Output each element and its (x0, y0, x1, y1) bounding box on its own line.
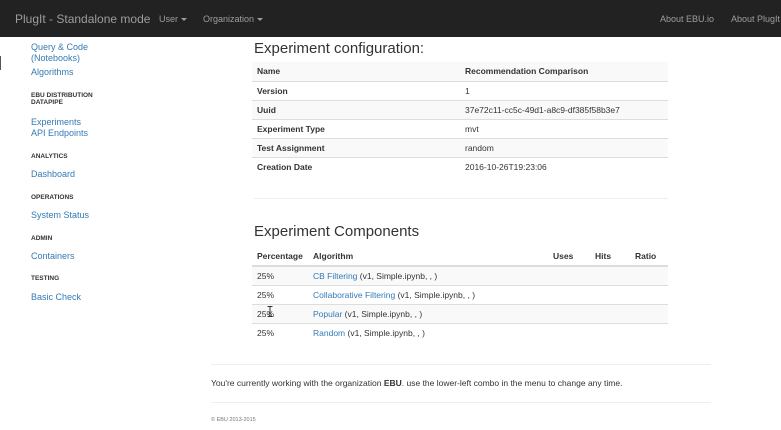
config-title: Experiment configuration: (254, 40, 425, 57)
table-row: Creation Date 2016-10-26T19:23:06 (252, 156, 668, 176)
component-hits (590, 322, 630, 342)
header-algorithm: Algorithm (308, 246, 548, 267)
sidebar-item-experiments[interactable]: Experiments (31, 117, 81, 128)
algorithm-details: (v1, Simple.ipynb, , ) (342, 308, 423, 319)
sidebar-item-system-status[interactable]: System Status (31, 210, 89, 221)
sidebar-heading-admin: ADMIN (31, 235, 53, 242)
table-row: Experiment Type mvt (252, 118, 668, 138)
component-algorithm-cell: Collaborative Filtering (v1, Simple.ipyn… (308, 284, 548, 304)
table-row: 25% Collaborative Filtering (v1, Simple.… (252, 284, 668, 304)
table-row: Test Assignment random (252, 137, 668, 157)
config-value: mvt (460, 118, 668, 138)
config-value: 37e72c11-cc5c-49d1-a8c9-df385f58b3e7 (460, 99, 668, 119)
sidebar-heading-analytics: ANALYTICS (31, 153, 68, 160)
user-menu-label: User (159, 14, 179, 24)
section-divider (254, 198, 668, 199)
sidebar-heading-ebu-distribution: EBU DISTRIBUTION (31, 92, 93, 99)
sidebar-item-containers[interactable]: Containers (31, 251, 75, 262)
component-ratio (630, 284, 668, 304)
config-key: Creation Date (252, 156, 460, 176)
config-key: Test Assignment (252, 137, 460, 157)
algorithm-link[interactable]: Random (313, 328, 345, 338)
component-uses (548, 322, 590, 342)
config-value: 1 (460, 80, 668, 100)
sidebar-heading-operations: OPERATIONS (31, 194, 74, 201)
components-title: Experiment Components (254, 223, 420, 240)
about-ebu-link[interactable]: About EBU.io (660, 14, 714, 24)
notice-org: EBU (383, 378, 402, 388)
component-ratio (630, 303, 668, 323)
component-uses (548, 266, 590, 285)
header-uses: Uses (548, 246, 590, 267)
table-row: 25% Random (v1, Simple.ipynb, , ) (252, 322, 668, 342)
sidebar-item-api-endpoints[interactable]: API Endpoints (31, 128, 88, 139)
table-header-row: Percentage Algorithm Uses Hits Ratio (252, 246, 668, 267)
header-hits: Hits (590, 246, 630, 267)
text-cursor-icon (267, 306, 273, 317)
components-table: Percentage Algorithm Uses Hits Ratio 25%… (252, 246, 668, 342)
component-percentage: 25% (252, 284, 308, 304)
component-percentage: 25% (252, 303, 308, 323)
component-algorithm-cell: CB Filtering (v1, Simple.ipynb, , ) (308, 266, 548, 285)
organization-menu[interactable]: Organization (203, 14, 264, 24)
algorithm-details: (v1, Simple.ipynb, , ) (395, 289, 476, 300)
table-row: Name Recommendation Comparison (252, 62, 668, 81)
table-row: Uuid 37e72c11-cc5c-49d1-a8c9-df385f58b3e7 (252, 99, 668, 119)
sidebar-item-query-code[interactable]: Query & Code (31, 42, 88, 53)
table-row: 25% CB Filtering (v1, Simple.ipynb, , ) (252, 266, 668, 285)
component-hits (590, 303, 630, 323)
component-hits (590, 266, 630, 285)
algorithm-details: (v1, Simple.ipynb, , ) (357, 270, 438, 281)
component-uses (548, 284, 590, 304)
caret-down-icon (257, 18, 264, 22)
component-ratio (630, 266, 668, 285)
config-value: 2016-10-26T19:23:06 (460, 156, 668, 176)
config-key: Name (252, 62, 460, 81)
organization-menu-label: Organization (203, 14, 255, 24)
copyright-divider (211, 402, 711, 403)
notice-prefix: You're currently working with the organi… (211, 378, 384, 388)
notice-suffix: . use the lower-left combo in the menu t… (401, 378, 623, 388)
user-menu[interactable]: User (159, 14, 188, 24)
brand-link[interactable]: PlugIt - Standalone mode (15, 12, 150, 26)
config-value: Recommendation Comparison (460, 62, 668, 81)
table-row: 25% Popular (v1, Simple.ipynb, , ) (252, 303, 668, 323)
sidebar-item-notebooks[interactable]: (Notebooks) (31, 53, 80, 64)
algorithm-link[interactable]: Popular (313, 309, 342, 319)
component-hits (590, 284, 630, 304)
copyright: © EBU 2013-2015 (211, 417, 256, 423)
component-percentage: 25% (252, 322, 308, 342)
config-value: random (460, 137, 668, 157)
sidebar-item-basic-check[interactable]: Basic Check (31, 292, 81, 303)
algorithm-link[interactable]: CB Filtering (313, 271, 357, 281)
component-ratio (630, 322, 668, 342)
component-algorithm-cell: Popular (v1, Simple.ipynb, , ) (308, 303, 548, 323)
algorithm-details: (v1, Simple.ipynb, , ) (345, 327, 425, 338)
header-ratio: Ratio (630, 246, 668, 267)
config-key: Experiment Type (252, 118, 460, 138)
sidebar-heading-datapipe: DATAPIPE (31, 99, 63, 106)
component-percentage: 25% (252, 266, 308, 285)
about-plugit-link[interactable]: About PlugIt (731, 14, 780, 24)
config-key: Uuid (252, 99, 460, 119)
top-navbar: PlugIt - Standalone mode User Organizati… (0, 0, 781, 37)
caret-down-icon (181, 18, 188, 22)
sidebar-item-dashboard[interactable]: Dashboard (31, 169, 75, 180)
sidebar-item-algorithms[interactable]: Algorithms (31, 67, 74, 78)
config-key: Version (252, 80, 460, 100)
table-row: Version 1 (252, 80, 668, 100)
algorithm-link[interactable]: Collaborative Filtering (313, 290, 395, 300)
component-algorithm-cell: Random (v1, Simple.ipynb, , ) (308, 322, 548, 342)
header-percentage: Percentage (252, 246, 308, 267)
organization-notice: You're currently working with the organi… (211, 378, 622, 388)
sidebar: Query & Code (Notebooks) Algorithms EBU … (0, 37, 200, 430)
footer-divider (211, 364, 711, 365)
config-table: Name Recommendation Comparison Version 1 U… (252, 62, 668, 176)
component-uses (548, 303, 590, 323)
sidebar-heading-testing: TESTING (31, 275, 60, 282)
